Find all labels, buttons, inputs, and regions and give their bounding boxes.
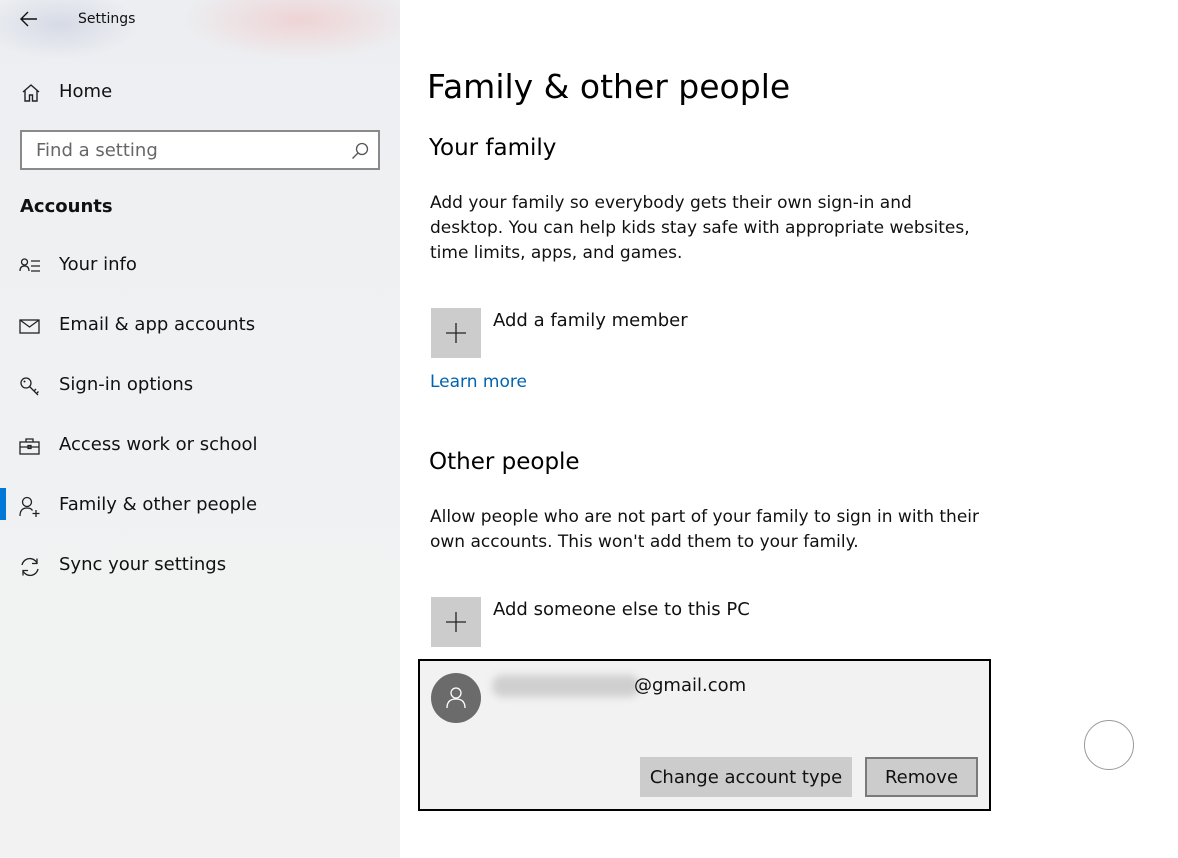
- add-someone-else-button[interactable]: Add someone else to this PC: [430, 597, 790, 647]
- sidebar-item-label: Email & app accounts: [59, 314, 256, 335]
- plus-icon: [446, 612, 466, 632]
- title-bar: Settings: [0, 0, 400, 42]
- home-icon: [22, 84, 40, 102]
- sidebar-item-home[interactable]: Home: [0, 72, 400, 112]
- sync-icon: [21, 557, 39, 577]
- redacted-username: [492, 675, 640, 697]
- page-title: Family & other people: [427, 67, 791, 106]
- add-tile: [431, 308, 481, 358]
- key-icon: [20, 377, 39, 396]
- plus-icon: [446, 323, 466, 343]
- app-title: Settings: [78, 11, 136, 27]
- add-tile: [431, 597, 481, 647]
- back-arrow-icon: [20, 11, 37, 27]
- sidebar-item-label: Access work or school: [59, 434, 258, 455]
- search-box: [20, 130, 380, 170]
- sidebar-item-label: Your info: [59, 254, 137, 275]
- your-family-heading: Your family: [429, 135, 557, 161]
- other-people-description: Allow people who are not part of your fa…: [430, 507, 979, 552]
- sidebar-item-your-info[interactable]: Your info: [0, 242, 400, 290]
- person-icon: [446, 687, 466, 709]
- account-email: @gmail.com: [634, 675, 747, 696]
- remove-button[interactable]: Remove: [865, 757, 978, 797]
- account-card[interactable]: @gmail.com Change account type Remove: [418, 659, 991, 811]
- sidebar-item-label: Home: [59, 81, 113, 102]
- sidebar-item-email-accounts[interactable]: Email & app accounts: [0, 302, 400, 350]
- your-family-description: Add your family so everybody gets their …: [430, 193, 970, 263]
- sidebar: Settings Home Accounts Your info Email &…: [0, 0, 400, 858]
- add-someone-else-label: Add someone else to this PC: [493, 599, 750, 620]
- active-indicator: [0, 488, 6, 520]
- back-button[interactable]: [12, 4, 46, 34]
- cursor-circle: [1084, 720, 1134, 770]
- main-content: Family & other people Your family Add yo…: [400, 0, 1178, 858]
- add-family-member-label: Add a family member: [493, 310, 688, 331]
- section-label-accounts: Accounts: [20, 196, 113, 217]
- sidebar-item-label: Sync your settings: [59, 554, 227, 575]
- change-account-type-button[interactable]: Change account type: [640, 757, 852, 797]
- sidebar-item-sign-in-options[interactable]: Sign-in options: [0, 362, 400, 410]
- sidebar-item-sync[interactable]: Sync your settings: [0, 542, 400, 590]
- search-icon[interactable]: [350, 141, 370, 161]
- search-input[interactable]: [22, 132, 342, 168]
- sidebar-item-label: Sign-in options: [59, 374, 194, 395]
- add-family-member-button[interactable]: Add a family member: [430, 308, 750, 358]
- briefcase-icon: [19, 438, 40, 455]
- contact-card-icon: [19, 258, 40, 272]
- other-people-heading: Other people: [429, 449, 580, 475]
- sidebar-item-label: Family & other people: [59, 494, 258, 515]
- sidebar-item-access-work[interactable]: Access work or school: [0, 422, 400, 470]
- avatar: [431, 673, 481, 723]
- sidebar-item-family[interactable]: Family & other people: [0, 482, 400, 530]
- mail-icon: [19, 319, 40, 334]
- learn-more-link[interactable]: Learn more: [430, 372, 527, 392]
- add-person-icon: [19, 496, 40, 517]
